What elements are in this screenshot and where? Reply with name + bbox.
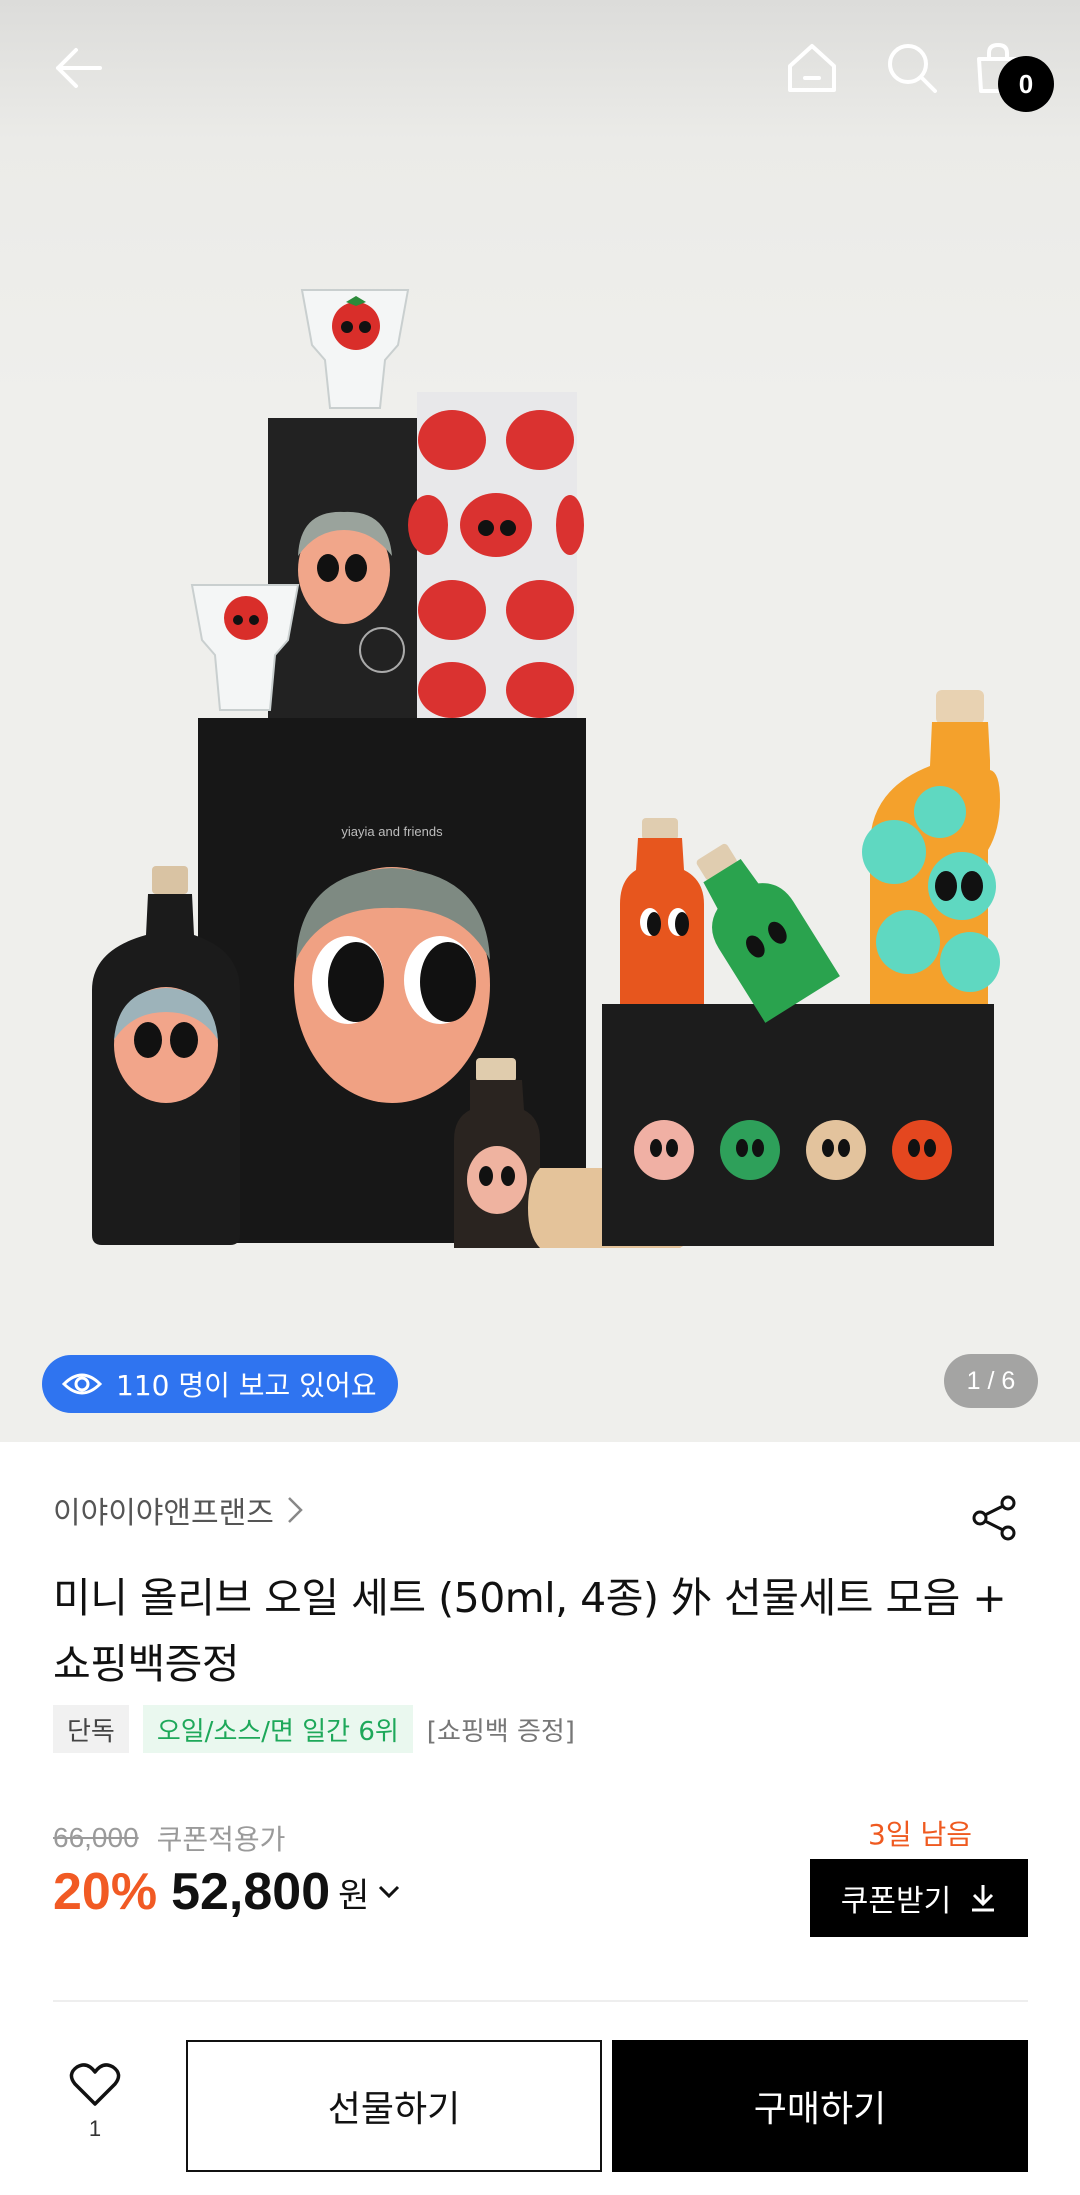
like-button[interactable]: 1: [50, 2062, 140, 2142]
box-brand-text: yiayia and friends: [341, 824, 443, 839]
discount-rate: 20%: [53, 1863, 158, 1921]
exclusive-tag: 단독: [53, 1705, 129, 1753]
gift-bag-tag: [쇼핑백 증정]: [426, 1716, 575, 1747]
buy-button[interactable]: 구매하기: [612, 2040, 1028, 2172]
product-image-gallery[interactable]: yiayia and friends 0 110 명이 보고 있어요 1 / 6: [0, 0, 1080, 1442]
share-icon: [972, 1495, 1016, 1541]
live-viewers-text: 110 명이 보고 있어요: [116, 1369, 377, 1402]
home-button[interactable]: [772, 28, 852, 108]
coupon-days-left: 3일 남음: [868, 1818, 972, 1851]
glass-top: [300, 289, 410, 409]
brand-name: 이야이야앤프랜즈: [53, 1496, 274, 1531]
like-count: 1: [88, 2116, 102, 2141]
search-icon: [888, 44, 937, 93]
product-title: 미니 올리브 오일 세트 (50ml, 4종) 外 선물세트 모음 + 쇼핑백증…: [53, 1574, 1007, 1688]
top-navigation-bar: 0: [0, 0, 1080, 140]
heart-icon: [69, 2063, 121, 2106]
share-button[interactable]: [965, 1488, 1025, 1548]
product-tags: 단독 오일/소스/면 일간 6위 [쇼핑백 증정]: [53, 1705, 589, 1753]
eye-icon: [62, 1373, 102, 1395]
ranking-tag: 오일/소스/면 일간 6위: [142, 1705, 413, 1753]
chevron-right-icon: [287, 1497, 303, 1523]
product-photo: yiayia and friends: [92, 289, 1000, 1248]
back-button[interactable]: [38, 28, 118, 108]
sale-price: 52,800: [171, 1863, 331, 1921]
price-row[interactable]: 20% 52,800 원: [53, 1862, 401, 1922]
chevron-down-icon: [379, 1885, 400, 1899]
get-coupon-label: 쿠폰받기: [840, 1884, 952, 1919]
original-price: 66,000: [53, 1822, 139, 1853]
original-price-row: 66,000 쿠폰적용가: [53, 1818, 285, 1858]
search-button[interactable]: [872, 28, 952, 108]
download-icon: [972, 1885, 995, 1912]
brand-link[interactable]: 이야이야앤프랜즈: [53, 1488, 304, 1532]
cart-count-badge: 0: [998, 56, 1054, 112]
live-viewers-badge: 110 명이 보고 있어요: [42, 1355, 399, 1413]
gift-button[interactable]: 선물하기: [186, 2040, 602, 2172]
coupon-price-label: 쿠폰적용가: [156, 1823, 286, 1856]
arrow-left-icon: [56, 48, 102, 88]
bottom-action-bar: 1 선물하기 구매하기: [0, 2002, 1080, 2195]
currency-unit: 원: [338, 1875, 370, 1916]
image-pager: 1 / 6: [944, 1354, 1038, 1408]
get-coupon-button[interactable]: 쿠폰받기: [810, 1859, 1028, 1937]
home-icon: [788, 44, 836, 92]
